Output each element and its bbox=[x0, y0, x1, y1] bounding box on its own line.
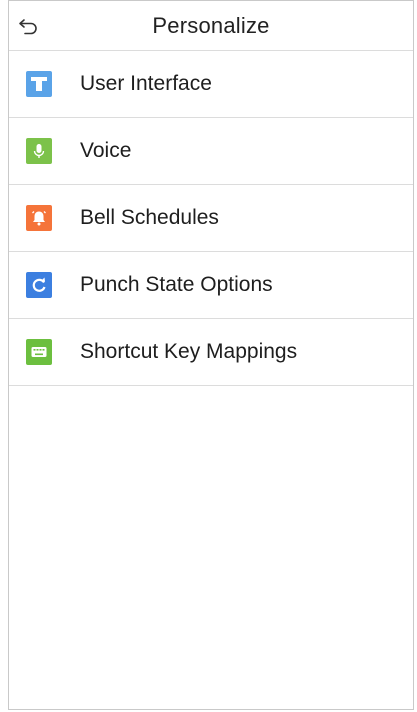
menu-item-user-interface[interactable]: User Interface bbox=[9, 51, 413, 118]
menu-item-label: Punch State Options bbox=[80, 273, 273, 296]
menu-item-voice[interactable]: Voice bbox=[9, 118, 413, 185]
menu-item-shortcut-key-mappings[interactable]: Shortcut Key Mappings bbox=[9, 319, 413, 386]
back-arrow-icon bbox=[19, 19, 37, 35]
menu-item-label: User Interface bbox=[80, 72, 212, 95]
bell-icon bbox=[26, 205, 52, 231]
menu-item-label: Voice bbox=[80, 139, 132, 162]
settings-menu: User Interface Voice Bell Schedules Punc… bbox=[9, 51, 413, 386]
menu-item-bell-schedules[interactable]: Bell Schedules bbox=[9, 185, 413, 252]
microphone-icon bbox=[26, 138, 52, 164]
menu-item-label: Bell Schedules bbox=[80, 206, 219, 229]
menu-item-label: Shortcut Key Mappings bbox=[80, 340, 298, 363]
keyboard-icon bbox=[26, 339, 52, 365]
header-bar: Personalize bbox=[9, 1, 413, 51]
page-title: Personalize bbox=[152, 12, 270, 38]
back-button[interactable] bbox=[17, 15, 41, 37]
user-interface-icon bbox=[26, 71, 52, 97]
refresh-icon bbox=[26, 272, 52, 298]
device-screen: Personalize User Interface Voice Bell Sc… bbox=[8, 0, 414, 710]
menu-item-punch-state-options[interactable]: Punch State Options bbox=[9, 252, 413, 319]
